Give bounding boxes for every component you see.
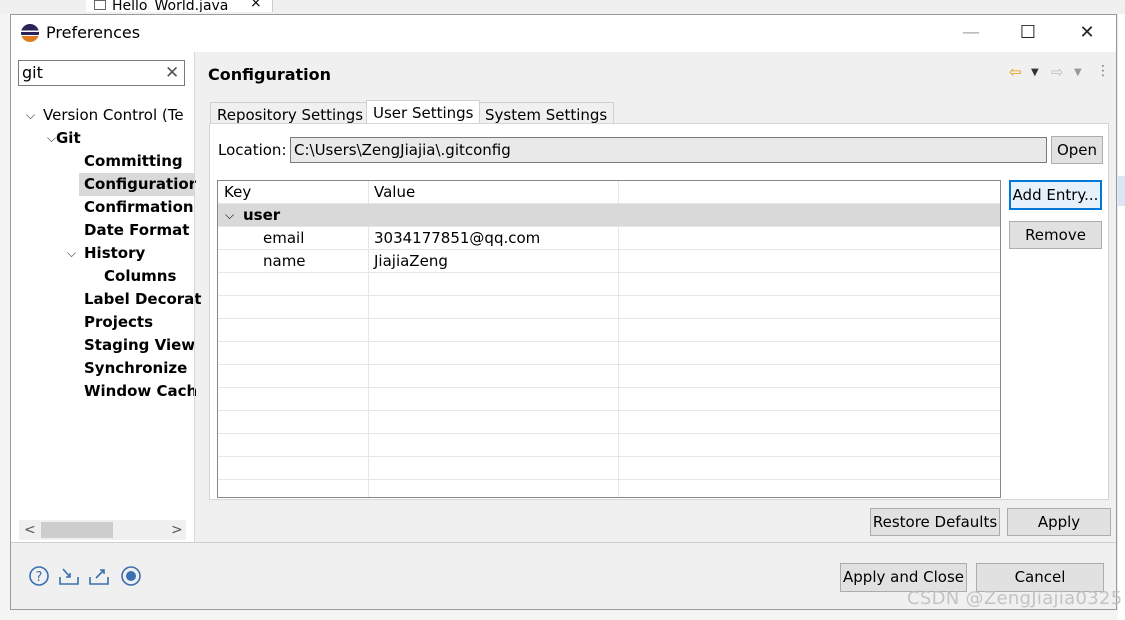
minimize-button[interactable]: —	[956, 21, 986, 45]
tree-item-committing[interactable]: Committing	[11, 150, 194, 173]
tree-item-configuration[interactable]: Configuratior	[11, 173, 197, 196]
column-header-value[interactable]: Value	[374, 181, 415, 203]
table-row[interactable]	[218, 296, 1000, 319]
table-row[interactable]	[218, 365, 1000, 388]
tree-item-columns[interactable]: Columns	[11, 265, 194, 288]
remove-button[interactable]: Remove	[1009, 221, 1102, 249]
tree-item-version-control-team[interactable]: ⌵ Version Control (Te	[11, 104, 194, 127]
scrollbar-thumb[interactable]	[41, 522, 113, 538]
tree-item-label: Staging View	[84, 336, 196, 354]
watermark: CSDN @ZengJiajia0325	[907, 588, 1123, 609]
expand-chevron-icon[interactable]: ⌵	[67, 242, 76, 265]
apply-button[interactable]: Apply	[1007, 508, 1111, 536]
value-cell: JiajiaZeng	[374, 252, 448, 270]
table-row[interactable]	[218, 411, 1000, 434]
table-row[interactable]: ⌵ user	[218, 204, 1000, 227]
table-row[interactable]	[218, 388, 1000, 411]
tree-item-confirmations[interactable]: Confirmation	[11, 196, 194, 219]
tree-item-projects[interactable]: Projects	[11, 311, 194, 334]
tree-item-label: Date Format	[84, 221, 190, 239]
tree-item-label-decorations[interactable]: Label Decorat	[11, 288, 201, 311]
scroll-left-icon[interactable]: <	[24, 520, 36, 540]
forward-arrow-icon[interactable]: ⇨	[1051, 63, 1064, 81]
background-left-strip	[0, 14, 10, 620]
tree-item-label: Git	[56, 129, 81, 147]
tree-item-label: Synchronize	[84, 359, 188, 377]
table-row[interactable]	[218, 273, 1000, 296]
close-button[interactable]: ✕	[1072, 21, 1102, 45]
editor-tab-label: Hello_World.java	[112, 0, 229, 12]
tree-item-git[interactable]: ⌵ Git	[11, 127, 194, 150]
tree-horizontal-scrollbar[interactable]: < >	[19, 520, 186, 540]
background-right-strip	[1118, 14, 1125, 620]
back-dropdown-icon[interactable]: ▼	[1031, 67, 1039, 78]
table-row[interactable]: email 3034177851@qq.com	[218, 227, 1000, 250]
record-icon[interactable]	[120, 565, 142, 587]
clear-filter-icon[interactable]: ✕	[165, 61, 179, 85]
restore-defaults-button[interactable]: Restore Defaults	[870, 508, 1000, 536]
table-row[interactable]	[218, 342, 1000, 365]
tree-item-synchronize[interactable]: Synchronize	[11, 357, 194, 380]
editor-tab-hello-world[interactable]: Hello_World.java ×	[86, 0, 273, 12]
svg-text:?: ?	[36, 570, 43, 585]
location-field: C:\Users\ZengJiajia\.gitconfig	[290, 137, 1047, 163]
add-entry-button[interactable]: Add Entry...	[1009, 180, 1102, 210]
export-icon[interactable]	[88, 565, 110, 587]
table-row[interactable]: name JiajiaZeng	[218, 250, 1000, 273]
background-bottom-strip	[10, 610, 1118, 620]
preference-tree-panel: ✕ ⌵Version Control (Te⌵GitCommittingConf…	[11, 52, 201, 542]
open-button[interactable]: Open	[1051, 136, 1103, 164]
tree-item-label: Version Control (Te	[43, 106, 184, 124]
value-cell: 3034177851@qq.com	[374, 229, 541, 247]
java-file-icon	[94, 0, 106, 10]
filter-input[interactable]	[22, 63, 162, 82]
table-row[interactable]	[218, 319, 1000, 342]
maximize-button[interactable]: ☐	[1013, 21, 1043, 45]
view-menu-icon[interactable]: ⋮	[1096, 63, 1110, 79]
preferences-dialog: Preferences — ☐ ✕ ✕ ⌵ Version Control (Te…	[10, 14, 1117, 610]
expand-chevron-icon[interactable]: ⌵	[26, 104, 35, 127]
tree-item-label: Configuratior	[84, 175, 197, 193]
table-row[interactable]	[218, 480, 1000, 497]
panel-divider[interactable]	[194, 52, 195, 542]
key-cell: user	[243, 206, 281, 224]
dialog-title: Preferences	[46, 23, 141, 42]
tree-item-date-format[interactable]: Date Format	[11, 219, 194, 242]
table-row[interactable]	[218, 434, 1000, 457]
help-icon[interactable]: ?	[28, 565, 50, 587]
collapse-chevron-icon[interactable]: ⌵	[225, 204, 234, 226]
table-header: Key Value	[218, 181, 1000, 204]
config-table: Key Value ⌵ user email 3034177851@qq.com nam…	[217, 180, 1001, 498]
tree-item-staging-view[interactable]: Staging View	[11, 334, 196, 357]
tree-item-history[interactable]: ⌵ History	[11, 242, 194, 265]
tree-item-label: History	[84, 244, 146, 262]
key-cell: name	[263, 252, 306, 270]
tree-item-label: Confirmation	[84, 198, 194, 216]
tree-item-label: Projects	[84, 313, 154, 331]
page-title: Configuration	[208, 65, 332, 84]
column-header-key[interactable]: Key	[224, 181, 251, 203]
location-label: Location:	[218, 141, 287, 159]
forward-dropdown-icon[interactable]: ▼	[1074, 67, 1082, 78]
tree-item-label: Committing	[84, 152, 183, 170]
back-arrow-icon[interactable]: ⇦	[1009, 63, 1022, 81]
editor-tab-close-icon[interactable]: ×	[250, 0, 262, 10]
filter-field[interactable]: ✕	[18, 60, 185, 86]
expand-chevron-icon[interactable]: ⌵	[47, 127, 56, 150]
eclipse-icon	[21, 24, 39, 42]
import-icon[interactable]	[58, 565, 80, 587]
dialog-titlebar[interactable]: Preferences — ☐ ✕	[11, 15, 1116, 52]
tree-item-window-cache[interactable]: Window Cach	[11, 380, 198, 403]
bottom-separator	[11, 542, 1116, 543]
key-cell: email	[263, 229, 305, 247]
scroll-right-icon[interactable]: >	[171, 520, 183, 540]
tree-item-label: Columns	[104, 267, 177, 285]
tree-item-label: Window Cach	[84, 382, 198, 400]
tree-item-label: Label Decorat	[84, 290, 202, 308]
table-row[interactable]	[218, 457, 1000, 480]
